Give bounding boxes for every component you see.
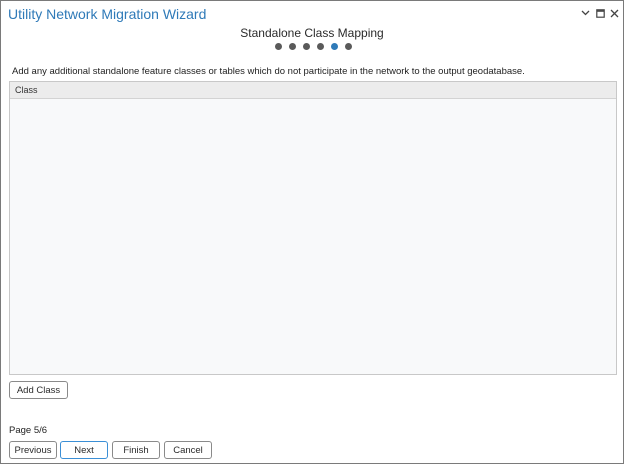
column-header-class[interactable]: Class	[10, 85, 38, 95]
step-dot-1	[275, 43, 282, 50]
next-button[interactable]: Next	[60, 441, 108, 459]
step-dot-6	[345, 43, 352, 50]
step-dot-3	[303, 43, 310, 50]
class-grid[interactable]: Class	[9, 81, 617, 375]
close-icon[interactable]	[607, 5, 621, 21]
title-bar: Utility Network Migration Wizard	[1, 1, 623, 27]
instruction-text: Add any additional standalone feature cl…	[12, 66, 525, 77]
window-title: Utility Network Migration Wizard	[8, 6, 207, 22]
previous-button[interactable]: Previous	[9, 441, 57, 459]
step-dot-5-active	[331, 43, 338, 50]
maximize-icon[interactable]	[593, 5, 607, 21]
cancel-button[interactable]: Cancel	[164, 441, 212, 459]
add-class-button[interactable]: Add Class	[9, 381, 68, 399]
page-indicator: Page 5/6	[9, 425, 48, 436]
chevron-down-icon[interactable]	[578, 5, 592, 21]
step-dot-4	[317, 43, 324, 50]
wizard-window: Utility Network Migration Wizard Standal…	[0, 0, 624, 464]
step-progress-dots	[275, 43, 352, 51]
step-dot-2	[289, 43, 296, 50]
step-title: Standalone Class Mapping	[240, 26, 384, 40]
finish-button[interactable]: Finish	[112, 441, 160, 459]
grid-header: Class	[10, 82, 616, 99]
